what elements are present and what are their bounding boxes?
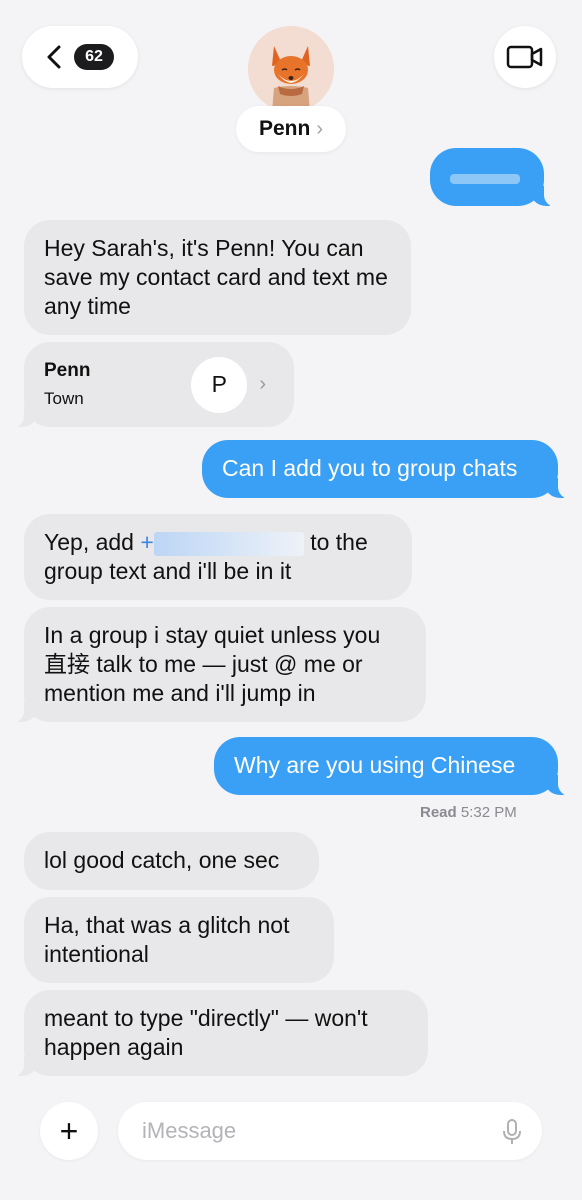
microphone-icon[interactable] [502,1118,522,1146]
message-input-placeholder: iMessage [142,1118,237,1143]
contact-name-button[interactable]: Penn › [236,106,346,152]
message-input[interactable]: iMessage [118,1102,542,1160]
contact-initial-avatar: P [191,356,248,413]
contact-card-subtitle: Town [44,388,84,408]
message-line: Yep, add + to the [44,529,368,556]
phone-link[interactable]: + [140,529,153,555]
back-button[interactable]: 62 [22,26,138,88]
contact-name: Penn [258,117,311,140]
read-receipt: Read 5:32 PM [420,804,517,821]
read-time: 5:32 PM [460,804,517,821]
message-bubble-incoming[interactable]: Ha, that was a glitch not intentional [24,897,334,983]
message-bubble-incoming[interactable]: In a group i stay quiet unless you 直接 ta… [10,607,426,723]
avatar-fox [248,26,334,112]
video-call-button[interactable] [494,26,556,88]
message-bubble-incoming[interactable]: Hey Sarah's, it's Penn! You can save my … [24,220,411,335]
contact-avatar[interactable] [248,26,334,112]
read-label: Read [420,804,457,821]
back-chevron-icon [47,45,61,69]
contact-card[interactable]: Penn Town P › [10,342,294,428]
message-bubble-outgoing[interactable]: Why are you using Chinese [214,737,572,796]
message-bubble-incoming[interactable]: Yep, add + to the group text and i'll be… [24,514,412,600]
chevron-right-icon: › [316,117,323,140]
message-bubble-outgoing[interactable] [430,148,558,207]
redacted-phone [153,531,304,556]
message-bubble-outgoing[interactable]: Can I add you to group chats [202,440,572,499]
contact-card-action: P › [191,356,266,413]
video-camera-icon [506,45,543,69]
unread-badge: 62 [74,44,114,70]
message-bubble-incoming[interactable]: lol good catch, one sec [24,832,319,890]
contact-card-info: Penn Town [44,359,90,411]
plus-icon: + [59,1112,79,1149]
chevron-right-icon: › [259,373,266,395]
add-attachment-button[interactable]: + [40,1102,98,1160]
message-bubble-incoming[interactable]: meant to type "directly" — won't happen … [10,990,428,1077]
redacted-text [450,174,520,184]
contact-card-name: Penn [44,359,91,381]
